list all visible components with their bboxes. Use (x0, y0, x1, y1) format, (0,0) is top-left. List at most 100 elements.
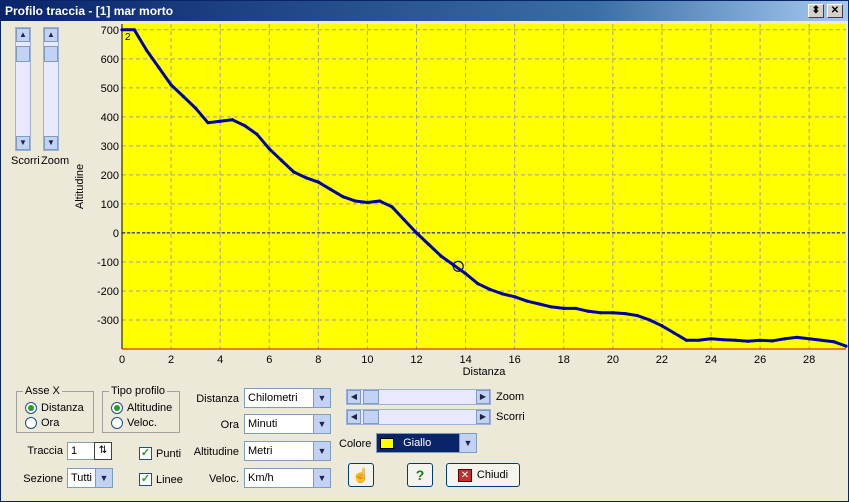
x-tick-label: 16 (509, 354, 521, 366)
altitude-point (169, 83, 173, 87)
linee-check-icon[interactable]: ✓ (139, 473, 152, 486)
altitude-point (537, 302, 541, 306)
punti-check-icon[interactable]: ✓ (139, 447, 152, 460)
radio-veloc-dot[interactable] (111, 417, 123, 429)
asse-x-legend: Asse X (23, 385, 62, 397)
radio-altitudine[interactable]: Altitudine (111, 402, 172, 414)
zoom-up-icon[interactable]: ▲ (44, 28, 58, 42)
profile-chart-svg: 0 2 4 6 8 10 12 14 16 18 20 22 24 26 28-300-200-100010… (74, 24, 848, 378)
chevron-down-icon[interactable]: ▼ (313, 442, 330, 460)
x-tick-label: 10 (361, 354, 373, 366)
altitude-point (500, 292, 505, 296)
altitudine-label: Altitudine (193, 446, 239, 458)
chevron-down-icon[interactable]: ▼ (313, 389, 330, 407)
sezione-select[interactable]: Tutti ▼ (67, 468, 113, 488)
tipo-profilo-group: Tipo profilo Altitudine Veloc. (102, 385, 180, 433)
scorri-right-icon[interactable]: ▶ (476, 410, 490, 424)
altitude-point (378, 199, 382, 203)
altitude-point (783, 337, 787, 341)
scroll-label: Scorri (11, 155, 40, 167)
zoom-left-icon[interactable]: ◀ (347, 390, 361, 404)
altitude-point (132, 28, 136, 32)
altitude-point (353, 199, 357, 203)
y-tick-label: -300 (97, 315, 119, 327)
left-panel: ▲ ▼ ▲ ▼ Scorri Zoom (5, 23, 71, 378)
radio-ora[interactable]: Ora (25, 417, 59, 429)
y-tick-label: 0 (113, 228, 119, 240)
x-tick-label: 28 (803, 354, 815, 366)
scroll-thumb[interactable] (16, 46, 30, 62)
zoom-right-icon[interactable]: ▶ (476, 390, 490, 404)
scroll-down-icon[interactable]: ▼ (16, 136, 30, 150)
restore-button[interactable]: ⬍ (808, 4, 824, 18)
corner-label: 2 (125, 32, 131, 43)
scorri-h-thumb[interactable] (363, 410, 379, 424)
zoom-horizontal-slider[interactable]: ◀ ▶ (346, 389, 491, 405)
veloc-select[interactable]: Km/h ▼ (244, 468, 331, 488)
scroll-up-icon[interactable]: ▲ (16, 28, 30, 42)
sezione-value: Tutti (71, 472, 92, 484)
tipo-profilo-legend: Tipo profilo (109, 385, 168, 397)
altitude-point (746, 339, 750, 343)
title-bar[interactable]: Profilo traccia - [1] mar morto ⬍ ✕ (1, 1, 848, 21)
altitude-point (488, 287, 492, 292)
punti-checkbox[interactable]: ✓ Punti (139, 447, 181, 460)
colore-label: Colore (339, 438, 372, 450)
altitude-point (709, 337, 713, 341)
export-button[interactable]: ☝ (348, 463, 374, 487)
zoom-down-icon[interactable]: ▼ (44, 136, 58, 150)
altitude-point (292, 170, 296, 174)
x-tick-label: 8 (315, 354, 321, 366)
radio-distanza-dot[interactable] (25, 402, 37, 414)
altitude-point (635, 314, 639, 318)
altitude-point (206, 121, 210, 125)
chevron-down-icon[interactable]: ▼ (459, 434, 476, 452)
chevron-down-icon[interactable]: ▼ (313, 415, 330, 433)
zoom-vertical-slider[interactable]: ▲ ▼ (43, 27, 59, 151)
scroll-vertical-slider[interactable]: ▲ ▼ (15, 27, 31, 151)
y-tick-label: 500 (101, 83, 119, 95)
scorri-left-icon[interactable]: ◀ (347, 410, 361, 424)
radio-veloc[interactable]: Veloc. (111, 417, 157, 429)
y-axis-label: Altitudine (74, 164, 86, 209)
radio-ora-label: Ora (41, 417, 60, 429)
scorri-horizontal-slider[interactable]: ◀ ▶ (346, 409, 491, 425)
altitude-point (513, 295, 517, 299)
colore-select[interactable]: Giallo ▼ (376, 433, 477, 453)
ora-select[interactable]: Minuti ▼ (244, 414, 331, 434)
distanza-select[interactable]: Chilometri ▼ (244, 388, 331, 408)
zoom-h-thumb[interactable] (363, 390, 379, 404)
radio-distanza[interactable]: Distanza (25, 402, 84, 414)
y-tick-label: -200 (97, 286, 119, 298)
profile-window: Profilo traccia - [1] mar morto ⬍ ✕ ▲ ▼ … (0, 0, 849, 502)
radio-altitudine-dot[interactable] (111, 402, 123, 414)
altitude-point (218, 119, 222, 123)
altitude-point (390, 205, 394, 209)
y-tick-label: -100 (97, 257, 119, 269)
chevron-down-icon[interactable]: ▼ (95, 469, 112, 487)
altitudine-select[interactable]: Metri ▼ (244, 441, 331, 461)
veloc-value: Km/h (248, 472, 274, 484)
distanza-label: Distanza (196, 393, 239, 405)
traccia-spinner-icon[interactable]: ⇅ (94, 442, 112, 460)
x-tick-label: 18 (558, 354, 570, 366)
traccia-input[interactable]: 1 (67, 442, 95, 460)
close-button[interactable]: ✕ Chiudi (446, 463, 520, 487)
x-tick-label: 6 (266, 354, 272, 366)
close-window-button[interactable]: ✕ (827, 4, 843, 18)
zoom-thumb[interactable] (44, 46, 58, 62)
altitude-point (648, 318, 652, 322)
altitude-point (181, 94, 185, 99)
x-tick-label: 14 (459, 354, 471, 366)
distanza-value: Chilometri (248, 392, 298, 404)
help-button[interactable]: ? (407, 463, 433, 487)
linee-checkbox[interactable]: ✓ Linee (139, 473, 183, 486)
altitude-point (230, 118, 235, 122)
radio-ora-dot[interactable] (25, 417, 37, 429)
zoom-label: Zoom (41, 155, 70, 167)
punti-label: Punti (156, 447, 182, 460)
chevron-down-icon[interactable]: ▼ (313, 469, 330, 487)
radio-altitudine-label: Altitudine (127, 402, 173, 414)
x-tick-label: 26 (754, 354, 766, 366)
altitude-point (598, 311, 603, 315)
